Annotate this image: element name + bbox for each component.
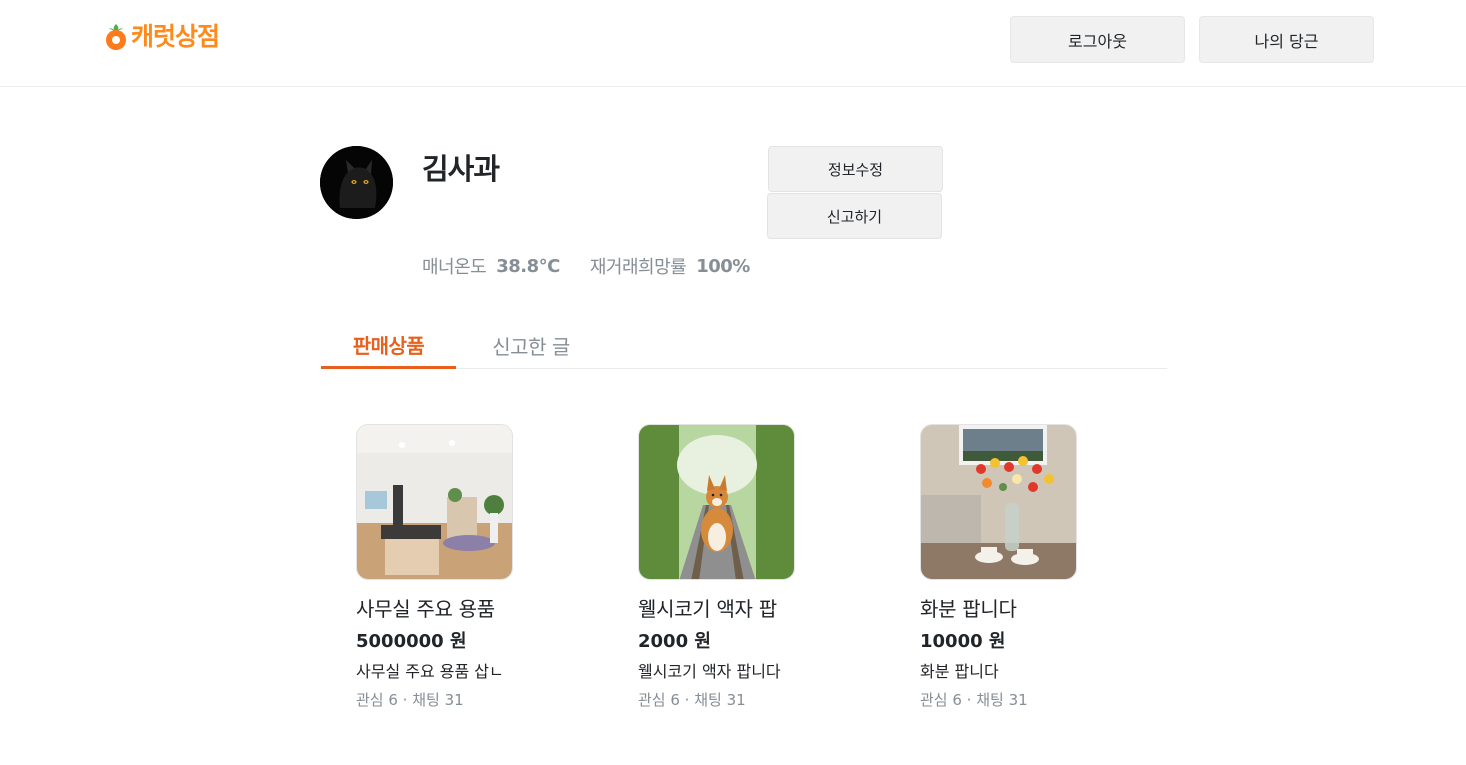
product-meta: 관심 6 · 채팅 31 xyxy=(638,691,746,709)
product-description: 웰시코기 액자 팝니다 xyxy=(638,662,781,681)
manner-temp-label: 매너온도 xyxy=(422,257,487,278)
office-room-image xyxy=(357,425,512,579)
corgi-photo-image xyxy=(639,425,794,579)
product-meta: 관심 6 · 채팅 31 xyxy=(356,691,464,709)
product-card[interactable]: 사무실 주요 용품 5000000 원 사무실 주요 용품 삽ㄴ 관심 6 · … xyxy=(356,424,586,711)
rebuy-rate-label: 재거래희망률 xyxy=(589,257,687,278)
product-title[interactable]: 웰시코기 액자 팝 xyxy=(638,595,868,623)
product-description: 화분 팝니다 xyxy=(920,662,999,681)
product-card[interactable]: 화분 팝니다 10000 원 화분 팝니다 관심 6 · 채팅 31 xyxy=(920,424,1150,711)
product-title[interactable]: 화분 팝니다 xyxy=(920,595,1150,623)
logo[interactable]: 캐럿상점 xyxy=(104,20,220,54)
product-description: 사무실 주요 용품 삽ㄴ xyxy=(356,662,504,681)
product-price: 2000 원 xyxy=(638,631,711,652)
edit-profile-button[interactable]: 정보수정 xyxy=(768,146,943,192)
product-image[interactable] xyxy=(920,424,1077,580)
tab-selling-products[interactable]: 판매상품 xyxy=(321,322,456,369)
manner-temp-value: 38.8°C xyxy=(496,255,560,277)
profile-tabs: 판매상품 신고한 글 xyxy=(321,322,1167,369)
black-cat-avatar-icon xyxy=(320,146,393,219)
tab-reported-posts[interactable]: 신고한 글 xyxy=(471,322,591,369)
logo-text: 캐럿상점 xyxy=(131,22,220,51)
avatar xyxy=(320,146,393,219)
carrot-logo-icon xyxy=(106,24,126,50)
report-button[interactable]: 신고하기 xyxy=(767,193,942,239)
top-header: 캐럿상점 로그아웃 나의 당근 xyxy=(0,0,1466,87)
product-image[interactable] xyxy=(638,424,795,580)
product-meta: 관심 6 · 채팅 31 xyxy=(920,691,1028,709)
flower-vase-image xyxy=(921,425,1076,579)
logout-button[interactable]: 로그아웃 xyxy=(1010,16,1185,63)
product-title[interactable]: 사무실 주요 용품 xyxy=(356,595,586,623)
product-card[interactable]: 웰시코기 액자 팝 2000 원 웰시코기 액자 팝니다 관심 6 · 채팅 3… xyxy=(638,424,868,711)
my-carrot-button[interactable]: 나의 당근 xyxy=(1199,16,1374,63)
profile-name: 김사과 xyxy=(422,152,500,186)
product-image[interactable] xyxy=(356,424,513,580)
product-price: 5000000 원 xyxy=(356,631,467,652)
profile-stats: 매너온도 38.8°C 재거래희망률 100% xyxy=(422,253,780,279)
product-price: 10000 원 xyxy=(920,631,1006,652)
rebuy-rate-value: 100% xyxy=(696,255,750,277)
